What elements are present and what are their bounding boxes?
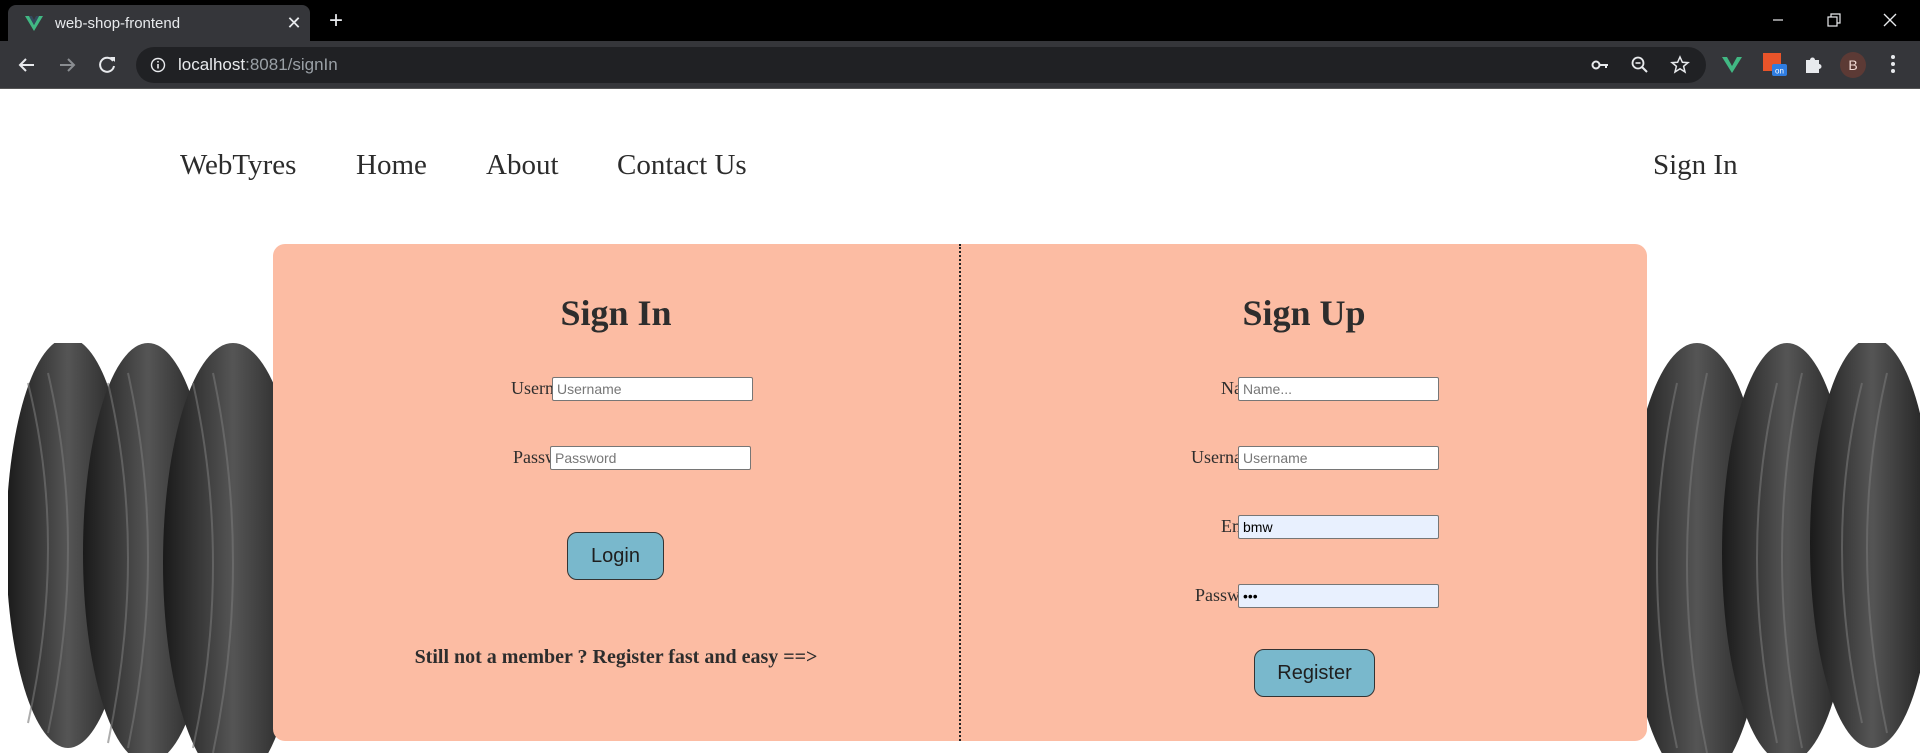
brand-link[interactable]: WebTyres (180, 149, 296, 182)
browser-menu-icon[interactable] (1880, 51, 1906, 77)
minimize-window-icon[interactable] (1764, 6, 1792, 34)
nav-sign-in-link[interactable]: Sign In (1653, 149, 1738, 182)
sign-up-email-row: Email (961, 515, 1647, 539)
sign-in-title: Sign In (560, 293, 672, 333)
sign-up-panel: Sign Up Name Username Email Password Reg… (961, 244, 1647, 741)
sign-in-panel: Sign In Username Password Login Still no… (273, 244, 959, 741)
sign-up-username-row: Username (961, 446, 1647, 470)
vue-devtools-icon[interactable] (1719, 51, 1745, 77)
tires-background-image-right (1637, 343, 1920, 753)
sign-up-name-input[interactable] (1238, 377, 1439, 401)
sign-up-title: Sign Up (1242, 293, 1366, 333)
auth-card: Sign In Username Password Login Still no… (273, 244, 1647, 741)
svg-text:on: on (1775, 67, 1784, 76)
browser-tab[interactable]: web-shop-frontend ✕ (8, 5, 310, 41)
site-navbar: WebTyres Home About Contact Us Sign In (0, 149, 1920, 189)
nav-about-link[interactable]: About (486, 149, 559, 182)
browser-toolbar: localhost:8081/signIn on B (0, 41, 1920, 89)
register-promo-text: Still not a member ? Register fast and e… (414, 646, 818, 668)
nav-home-link[interactable]: Home (356, 149, 427, 182)
register-button[interactable]: Register (1254, 649, 1375, 697)
extensions-puzzle-icon[interactable] (1801, 51, 1827, 77)
sign-in-password-input[interactable] (550, 446, 751, 470)
sign-up-password-row: Password (961, 584, 1647, 608)
close-tab-icon[interactable]: ✕ (284, 13, 304, 33)
url-text: localhost:8081/signIn (178, 55, 338, 74)
zoom-out-icon[interactable] (1630, 55, 1650, 75)
sign-up-name-row: Name (961, 377, 1647, 401)
tab-title: web-shop-frontend (55, 15, 181, 32)
forward-arrow-icon[interactable] (53, 51, 81, 79)
sign-in-username-row: Username (273, 377, 959, 401)
sign-up-email-input[interactable] (1238, 515, 1439, 539)
nav-contact-link[interactable]: Contact Us (617, 149, 747, 182)
reload-icon[interactable] (93, 51, 121, 79)
key-icon[interactable] (1590, 55, 1610, 75)
sign-up-username-input[interactable] (1238, 446, 1439, 470)
address-bar[interactable]: localhost:8081/signIn (136, 47, 1706, 83)
browser-tabstrip: web-shop-frontend ✕ + (0, 0, 1920, 41)
site-info-icon[interactable] (150, 57, 166, 73)
close-window-icon[interactable] (1876, 6, 1904, 34)
page-content: WebTyres Home About Contact Us Sign In S… (0, 89, 1920, 753)
profile-avatar[interactable]: B (1840, 52, 1866, 78)
new-tab-button[interactable]: + (324, 9, 348, 34)
restore-window-icon[interactable] (1820, 6, 1848, 34)
sign-up-password-input[interactable] (1238, 584, 1439, 608)
bookmark-star-icon[interactable] (1670, 55, 1690, 75)
extension-badge-icon[interactable]: on (1762, 51, 1788, 77)
vue-logo-icon (25, 16, 43, 31)
sign-in-username-input[interactable] (552, 377, 753, 401)
tires-background-image-left (8, 343, 283, 753)
back-arrow-icon[interactable] (13, 51, 41, 79)
sign-in-password-row: Password (273, 446, 959, 470)
login-button[interactable]: Login (567, 532, 664, 580)
